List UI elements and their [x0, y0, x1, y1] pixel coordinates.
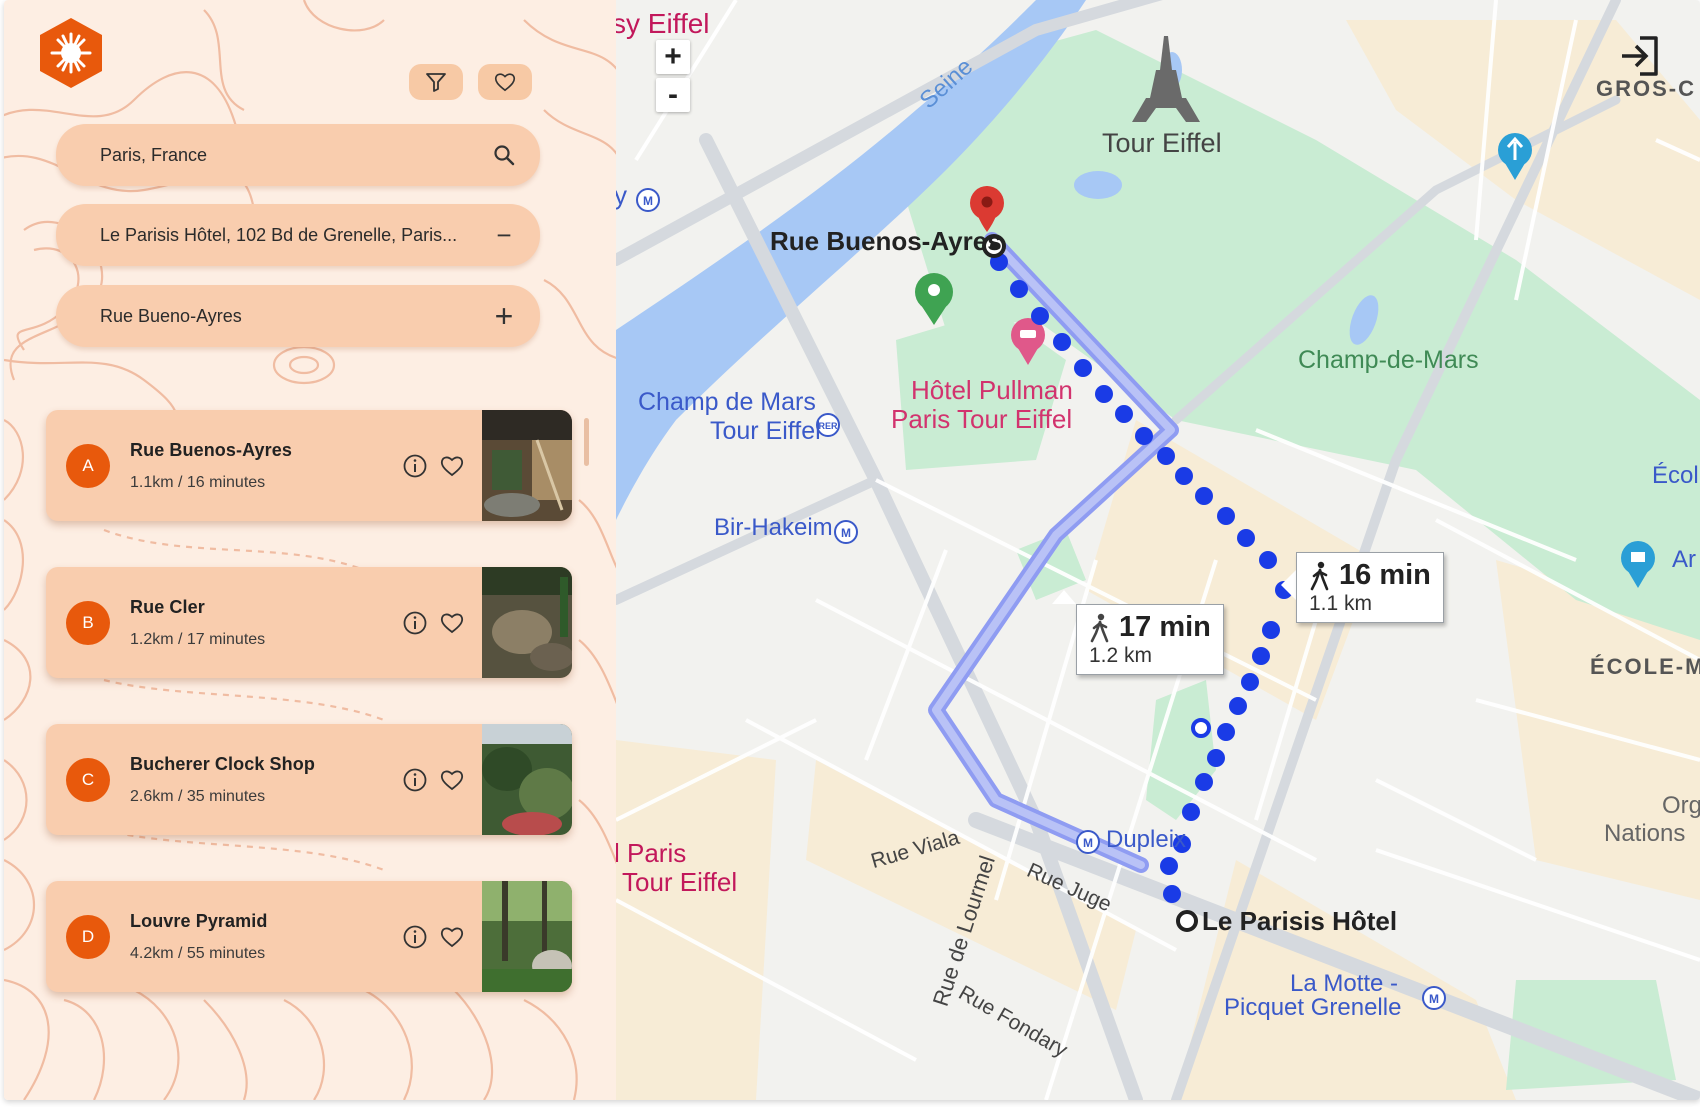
heart-icon[interactable] — [439, 610, 465, 636]
place-name: Bucherer Clock Shop — [130, 754, 315, 774]
route-distance: 1.2 km — [1089, 644, 1153, 667]
search-button[interactable] — [486, 137, 522, 173]
route-time: 17 min — [1119, 611, 1211, 643]
info-icon[interactable] — [402, 453, 428, 479]
place-card-d[interactable]: D Louvre Pyramid 4.2km / 55 minutes — [46, 881, 572, 992]
park-label: Champ-de-Mars — [1298, 346, 1479, 374]
map-canvas: M M RER M M — [616, 0, 1700, 1100]
add-stop-button[interactable]: + — [486, 298, 522, 334]
hotel-label-2: Tour Eiffel — [622, 867, 738, 897]
map-view[interactable]: M M RER M M + - sy Eiffel y Seine Tour E… — [616, 0, 1700, 1100]
origin-input[interactable]: Le Parisis Hôtel, 102 Bd de Grenelle, Pa… — [100, 225, 457, 246]
info-icon[interactable] — [402, 767, 428, 793]
svg-text:M: M — [1429, 992, 1439, 1006]
filter-button[interactable] — [409, 64, 463, 100]
place-letter-badge: B — [66, 601, 110, 645]
district-label: GROS-C — [1596, 76, 1696, 101]
zoom-out-button[interactable]: - — [656, 78, 690, 112]
place-distance: 1.2km / 17 minutes — [130, 631, 266, 648]
origin-field[interactable]: Le Parisis Hôtel, 102 Bd de Grenelle, Pa… — [56, 204, 540, 266]
svg-text:RER: RER — [818, 421, 838, 431]
info-icon[interactable] — [402, 610, 428, 636]
svg-text:M: M — [643, 194, 653, 208]
poi-label: Écol — [1652, 462, 1699, 489]
search-input[interactable]: Paris, France — [100, 145, 207, 166]
app-logo — [40, 18, 102, 88]
place-distance: 4.2km / 55 minutes — [130, 945, 266, 962]
remove-stop-button[interactable]: − — [486, 217, 522, 253]
place-name: Rue Cler — [130, 597, 205, 617]
route-time: 16 min — [1339, 559, 1431, 591]
favorites-button[interactable] — [478, 64, 532, 100]
info-icon[interactable] — [402, 924, 428, 950]
place-photo — [482, 410, 572, 521]
place-card-b[interactable]: B Rue Cler 1.2km / 17 minutes — [46, 567, 572, 678]
place-photo — [482, 881, 572, 992]
place-photo — [482, 724, 572, 835]
hotel-label-1: Hôtel Pullman — [911, 375, 1073, 405]
poi-label: sy Eiffel — [616, 8, 710, 39]
app-window: Paris, France Le Parisis Hôtel, 102 Bd d… — [4, 0, 1700, 1100]
heart-icon[interactable] — [439, 924, 465, 950]
place-name: Rue Buenos-Ayres — [130, 440, 292, 460]
station-label: Dupleix — [1106, 826, 1187, 853]
filter-icon — [426, 73, 446, 92]
station-label-2: Picquet Grenelle — [1224, 994, 1402, 1021]
stop-input[interactable]: Rue Bueno-Ayres — [100, 306, 242, 327]
poi-label-2: Nations — [1604, 820, 1686, 847]
landmark-label: Tour Eiffel — [1102, 128, 1222, 158]
list-scrollbar[interactable] — [584, 418, 589, 466]
zoom-in-button[interactable]: + — [656, 40, 690, 74]
sidebar: Paris, France Le Parisis Hôtel, 102 Bd d… — [4, 0, 616, 1100]
station-label: Bir-Hakeim — [714, 514, 833, 541]
destination-label: Rue Buenos-Ayres — [770, 226, 1002, 256]
district-label: ÉCOLE-M — [1590, 654, 1700, 679]
hotel-label-1: l Paris — [616, 838, 687, 868]
route-distance: 1.1 km — [1309, 592, 1373, 615]
place-card-c[interactable]: C Bucherer Clock Shop 2.6km / 35 minutes — [46, 724, 572, 835]
place-distance: 1.1km / 16 minutes — [130, 474, 266, 491]
sign-in-icon[interactable] — [1618, 34, 1662, 78]
poi-label: Ar — [1672, 546, 1696, 573]
svg-text:M: M — [841, 526, 851, 540]
walking-icon — [1090, 613, 1109, 642]
place-photo — [482, 567, 572, 678]
heart-icon — [494, 73, 516, 92]
place-distance: 2.6km / 35 minutes — [130, 788, 266, 805]
poi-label-1: Org — [1662, 792, 1700, 819]
hotel-label-2: Paris Tour Eiffel — [891, 404, 1073, 434]
search-field[interactable]: Paris, France — [56, 124, 540, 186]
heart-icon[interactable] — [439, 767, 465, 793]
route-info-main[interactable]: 16 min 1.1 km — [1296, 552, 1444, 623]
station-label-2: Tour Eiffel — [710, 417, 821, 445]
heart-icon[interactable] — [439, 453, 465, 479]
place-letter-badge: D — [66, 915, 110, 959]
poi-label: y — [616, 180, 627, 210]
place-card-a[interactable]: A Rue Buenos-Ayres 1.1km / 16 minutes — [46, 410, 572, 521]
place-name: Louvre Pyramid — [130, 911, 268, 931]
place-letter-badge: C — [66, 758, 110, 802]
svg-text:M: M — [1083, 836, 1093, 850]
route-info-alt[interactable]: 17 min 1.2 km — [1076, 604, 1224, 675]
walking-icon — [1310, 561, 1329, 590]
origin-label: Le Parisis Hôtel — [1202, 906, 1398, 936]
search-icon — [494, 145, 515, 166]
stop-field[interactable]: Rue Bueno-Ayres + — [56, 285, 540, 347]
place-letter-badge: A — [66, 444, 110, 488]
station-label-1: Champ de Mars — [638, 388, 816, 416]
